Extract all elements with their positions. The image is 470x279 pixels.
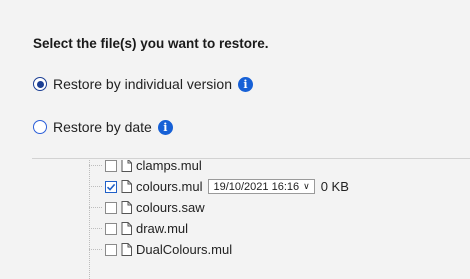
restore-by-version-label[interactable]: Restore by individual version [53, 76, 232, 92]
restore-by-version-option[interactable]: Restore by individual version i [33, 76, 253, 92]
file-name: draw.mul [136, 221, 189, 236]
file-checkbox[interactable] [105, 243, 117, 256]
file-row[interactable]: colours.saw [89, 197, 205, 218]
file-name: colours.saw [136, 200, 205, 215]
tree-branch [89, 186, 102, 187]
file-icon [121, 222, 132, 235]
file-name: colours.mul [136, 179, 203, 194]
tree-branch [89, 249, 102, 250]
file-row[interactable]: DualColours.mul [89, 239, 232, 260]
file-checkbox[interactable] [105, 201, 117, 214]
file-checkbox[interactable] [105, 160, 117, 172]
file-tree: clamps.mul colours.mul 19/10/2021 16:16 … [0, 160, 470, 279]
chevron-down-icon: ∨ [303, 181, 310, 191]
tree-branch [89, 207, 102, 208]
version-select[interactable]: 19/10/2021 16:16 ∨ [208, 179, 315, 194]
file-icon [121, 160, 132, 172]
file-icon [121, 243, 132, 256]
restore-by-date-label[interactable]: Restore by date [53, 119, 152, 135]
version-value: 19/10/2021 16:16 [213, 180, 300, 193]
file-name: clamps.mul [136, 160, 202, 173]
file-row[interactable]: draw.mul [89, 218, 188, 239]
file-checkbox[interactable] [105, 222, 117, 235]
file-icon [121, 180, 132, 193]
check-icon [106, 183, 116, 191]
file-row-selected[interactable]: colours.mul 19/10/2021 16:16 ∨ 0 KB [89, 176, 349, 197]
tree-branch [89, 228, 102, 229]
divider [32, 158, 470, 159]
radio-date[interactable] [33, 120, 47, 134]
restore-heading: Select the file(s) you want to restore. [33, 36, 269, 51]
tree-branch [89, 165, 102, 166]
file-checkbox-checked[interactable] [105, 180, 117, 193]
info-icon[interactable]: i [237, 76, 253, 92]
file-row[interactable]: clamps.mul [89, 160, 202, 176]
file-icon [121, 201, 132, 214]
radio-version[interactable] [33, 77, 47, 91]
file-size: 0 KB [320, 179, 349, 194]
file-name: DualColours.mul [136, 242, 233, 257]
restore-by-date-option[interactable]: Restore by date i [33, 119, 173, 135]
info-icon[interactable]: i [157, 119, 173, 135]
